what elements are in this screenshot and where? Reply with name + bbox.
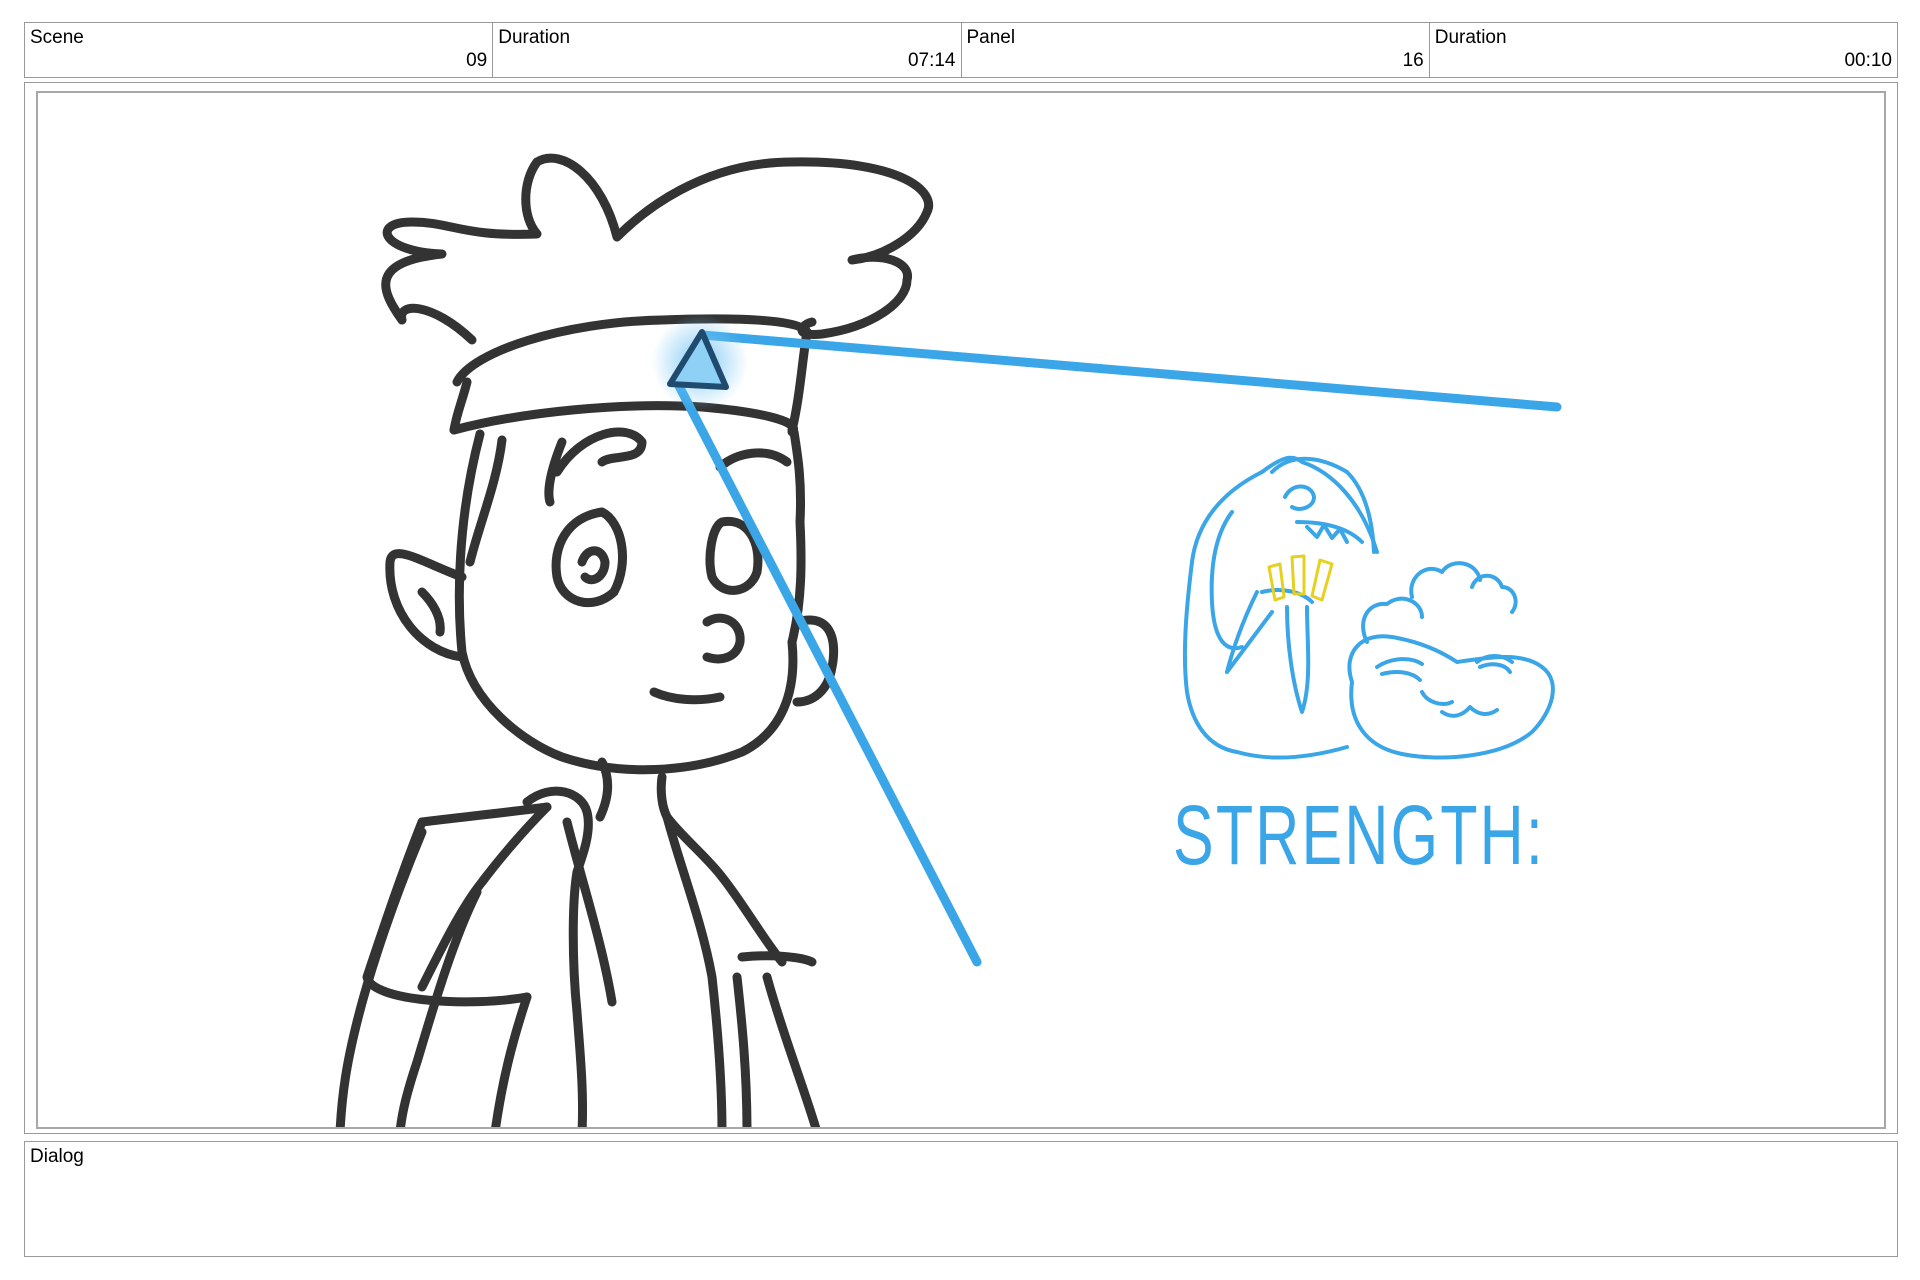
walrus-creature: [1182, 470, 1349, 760]
panel-label: Panel: [966, 27, 1016, 48]
strength-caption: STRENGTH:: [1173, 788, 1545, 882]
boy-character-sketch: [335, 153, 933, 1127]
panel-duration-cell: Duration 00:10: [1430, 23, 1897, 77]
left-ear: [385, 549, 467, 662]
scene-cell: Scene 09: [25, 23, 494, 77]
panel-drawing-area: STRENGTH:: [36, 91, 1886, 1129]
scene-duration-value: 07:14: [907, 50, 956, 71]
creatures-sketch: [1182, 455, 1555, 760]
dialog-label: Dialog: [30, 1146, 84, 1167]
scene-label: Scene: [30, 27, 84, 48]
panel-duration-label: Duration: [1434, 27, 1507, 48]
laser-beam-right: [697, 330, 1562, 412]
walrus-tusk-right: [1285, 605, 1311, 714]
hat-crown: [381, 153, 933, 345]
panel-duration-value: 00:10: [1844, 50, 1892, 71]
scene-value: 09: [466, 50, 488, 71]
scene-duration-label: Duration: [498, 27, 571, 48]
fluffy-creature: [1347, 634, 1555, 760]
panel-value: 16: [1402, 50, 1424, 71]
panel-header: Scene 09 Duration 07:14 Panel 16 Duratio…: [24, 22, 1898, 78]
walrus-tusk-left: [1225, 590, 1274, 674]
dialog-box: Dialog: [24, 1141, 1898, 1257]
storyboard-sketch: STRENGTH:: [335, 153, 1562, 1127]
right-eyebrow: [715, 448, 792, 472]
scene-duration-cell: Duration 07:14: [493, 23, 962, 77]
nose: [702, 613, 745, 664]
head-outline: [454, 427, 806, 775]
exclamation-marks-icon: [1267, 554, 1334, 602]
left-eyebrow: [552, 427, 647, 477]
hat-band: [452, 314, 812, 387]
mouth: [649, 687, 725, 705]
panel-cell: Panel 16: [962, 23, 1430, 77]
